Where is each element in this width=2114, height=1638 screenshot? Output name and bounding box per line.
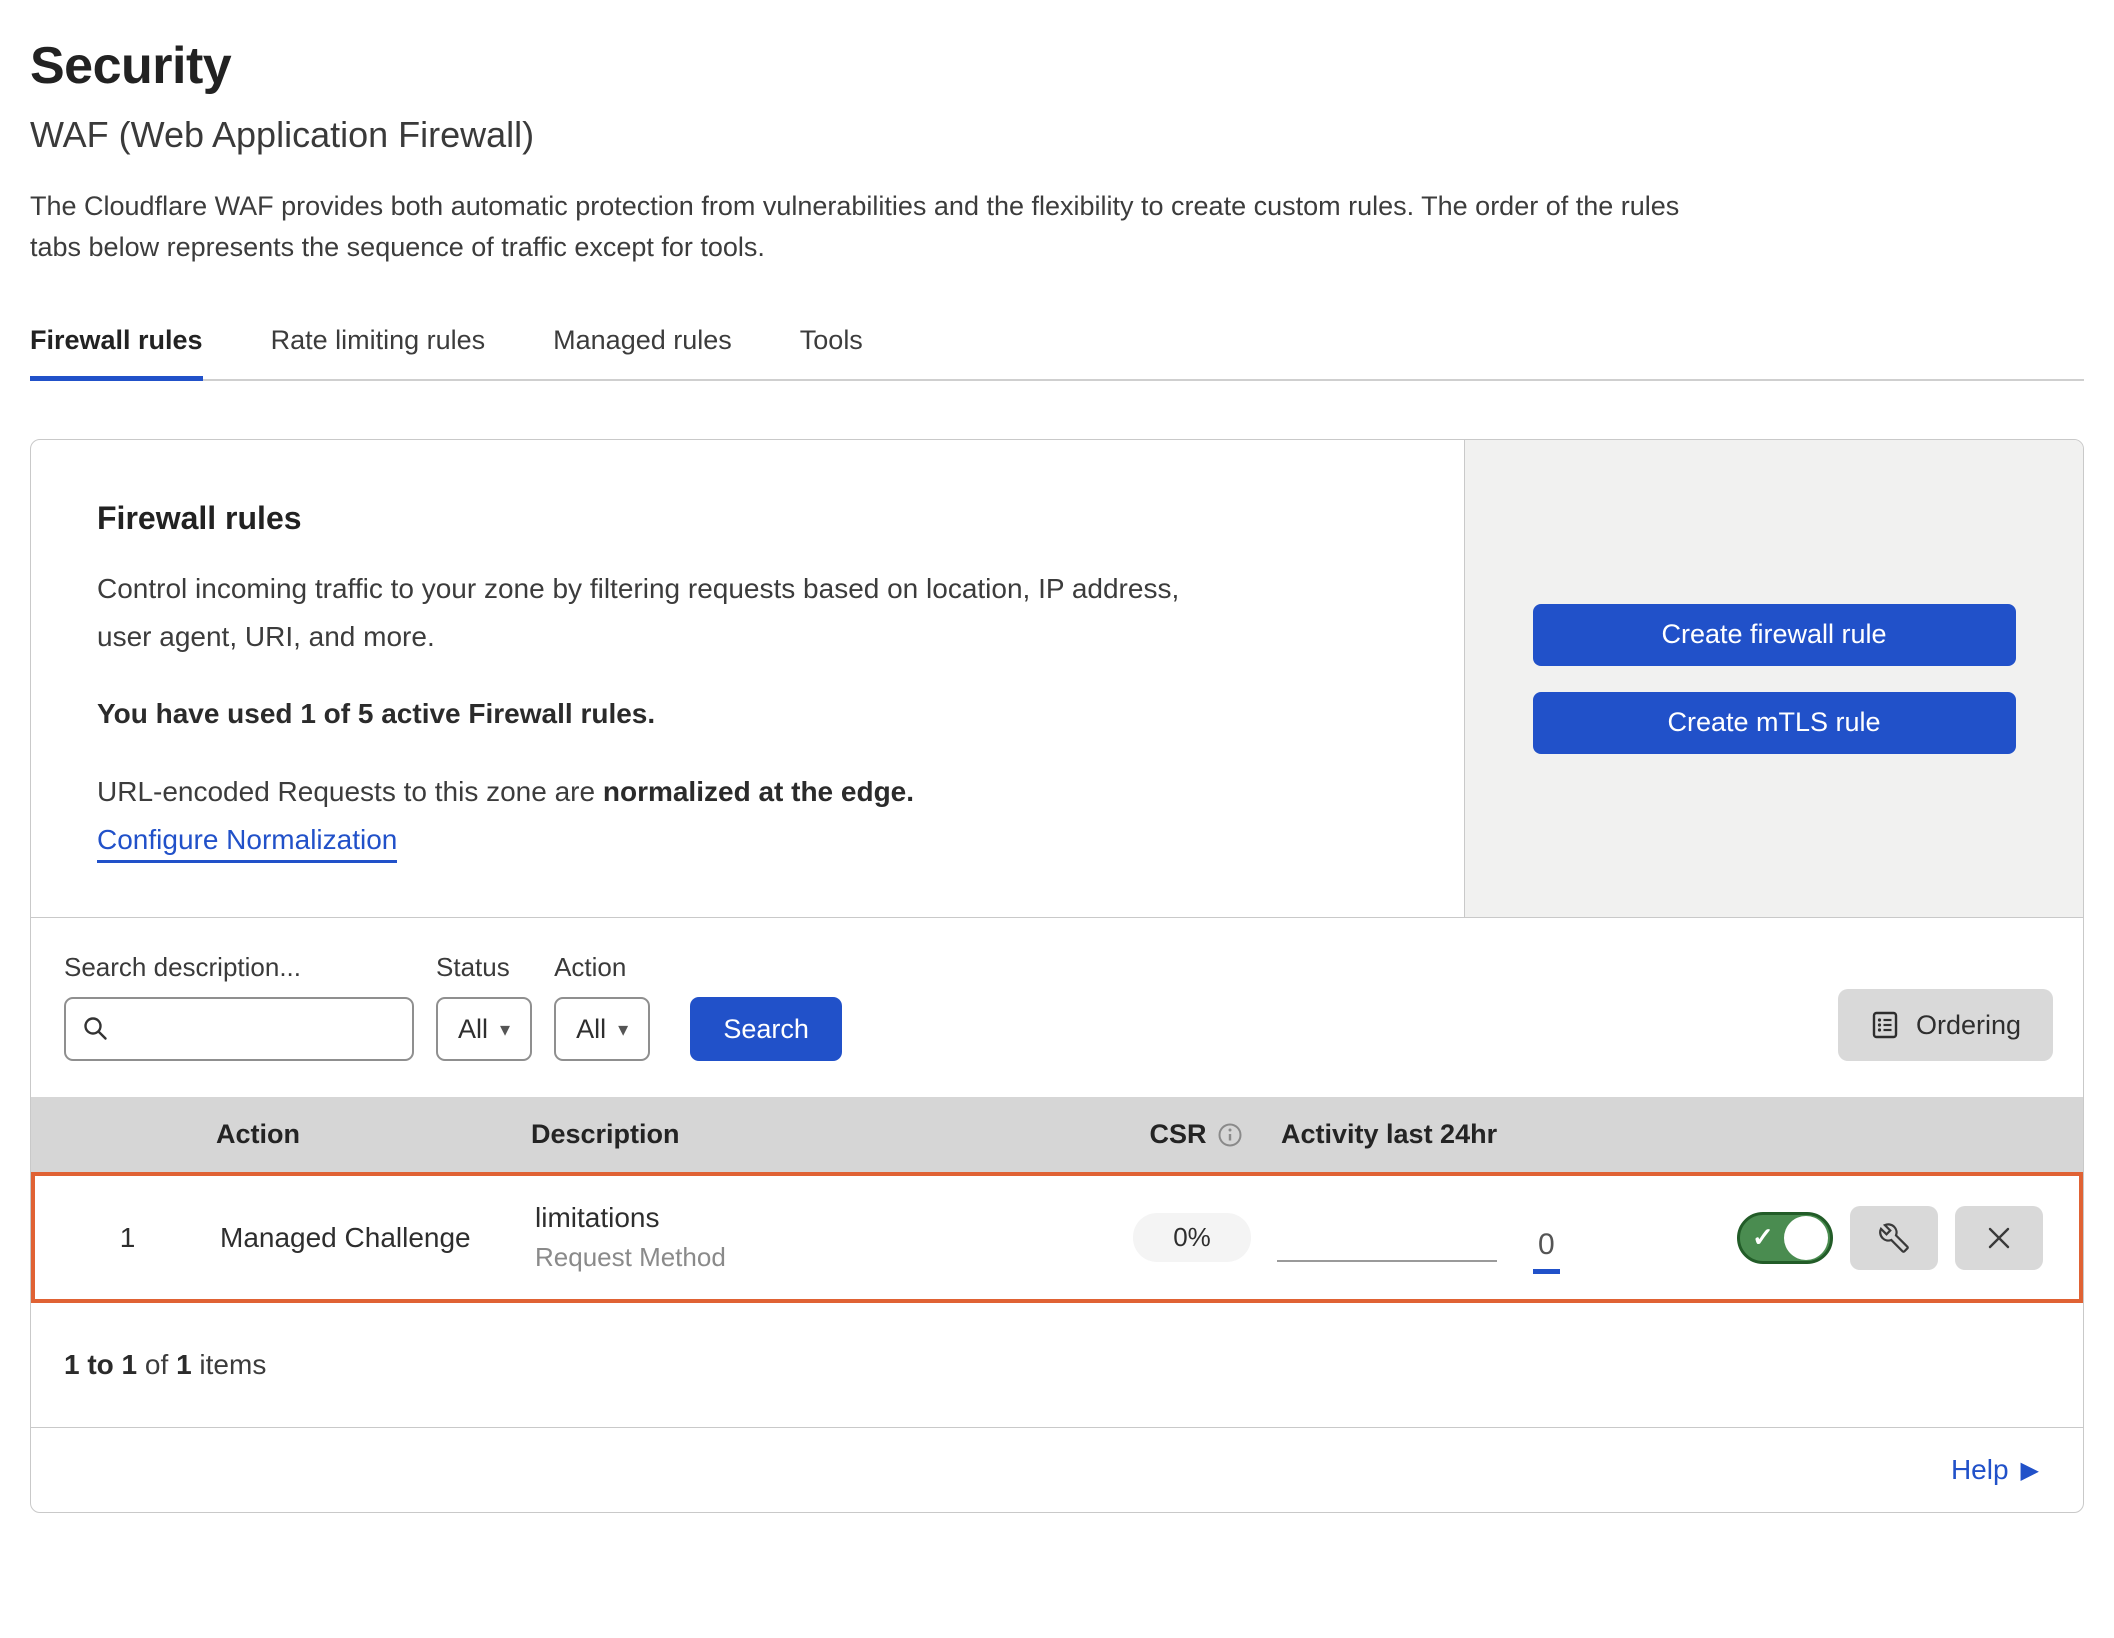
rule-description-sub: Request Method — [535, 1242, 1107, 1273]
rule-description: limitations — [535, 1202, 1107, 1234]
normalization-text: URL-encoded Requests to this zone are no… — [97, 776, 1398, 808]
configure-normalization-link[interactable]: Configure Normalization — [97, 824, 397, 863]
section-title: Firewall rules — [97, 500, 1398, 537]
action-group: Action All ▾ — [554, 952, 650, 1061]
search-icon — [82, 1015, 110, 1043]
normalization-bold: normalized at the edge. — [603, 776, 914, 807]
section-description-line2: user agent, URI, and more. — [97, 621, 435, 652]
action-label: Action — [554, 952, 650, 983]
rule-enabled-toggle[interactable]: ✓ — [1737, 1212, 1833, 1264]
delete-rule-button[interactable] — [1955, 1206, 2043, 1270]
security-waf-page: Security WAF (Web Application Firewall) … — [0, 0, 2114, 1513]
arrow-right-icon: ▶ — [2021, 1456, 2039, 1485]
items-count: 1 to 1 of 1 items — [31, 1303, 2083, 1428]
info-icon[interactable] — [1217, 1122, 1243, 1148]
status-dropdown[interactable]: All ▾ — [436, 997, 532, 1061]
page-title: Security — [30, 36, 2084, 96]
ordering-button[interactable]: Ordering — [1838, 989, 2053, 1061]
tab-managed-rules[interactable]: Managed rules — [553, 307, 732, 381]
close-icon — [1984, 1223, 2014, 1253]
help-link-label: Help — [1951, 1454, 2009, 1486]
rule-order: 1 — [35, 1222, 220, 1254]
search-group: Search description... — [64, 952, 414, 1061]
list-icon — [1870, 1010, 1900, 1040]
page-subtitle: WAF (Web Application Firewall) — [30, 114, 2084, 156]
rule-controls: ✓ — [1627, 1206, 2079, 1270]
create-mtls-rule-button[interactable]: Create mTLS rule — [1533, 692, 2016, 754]
rule-action: Managed Challenge — [220, 1222, 535, 1254]
edit-rule-button[interactable] — [1850, 1206, 1938, 1270]
csr-header-label: CSR — [1149, 1119, 1206, 1150]
firewall-rules-card: Firewall rules Control incoming traffic … — [30, 439, 2084, 1513]
status-group: Status All ▾ — [436, 952, 532, 1061]
csr-badge: 0% — [1133, 1213, 1251, 1262]
table-header-action: Action — [216, 1119, 531, 1150]
tab-rate-limiting-rules[interactable]: Rate limiting rules — [271, 307, 486, 381]
overview-text-column: Firewall rules Control incoming traffic … — [31, 440, 1464, 917]
normalization-prefix: URL-encoded Requests to this zone are — [97, 776, 603, 807]
table-header-csr: CSR — [1111, 1119, 1281, 1150]
items-total: 1 — [176, 1349, 192, 1380]
rule-csr-cell: 0% — [1107, 1213, 1277, 1262]
page-description: The Cloudflare WAF provides both automat… — [30, 186, 2084, 267]
rule-activity-cell: 0 — [1277, 1202, 1627, 1274]
check-icon: ✓ — [1752, 1222, 1774, 1253]
table-header-activity: Activity last 24hr — [1281, 1119, 1631, 1150]
search-input-wrapper — [64, 997, 414, 1061]
items-word: items — [192, 1349, 267, 1380]
tab-tools[interactable]: Tools — [800, 307, 863, 381]
search-input[interactable] — [64, 997, 414, 1061]
wrench-icon — [1879, 1223, 1909, 1253]
create-rule-panel: Create firewall rule Create mTLS rule — [1464, 440, 2083, 917]
search-label: Search description... — [64, 952, 414, 983]
activity-sparkline — [1277, 1260, 1497, 1262]
ordering-button-label: Ordering — [1916, 1010, 2021, 1041]
items-of: of — [137, 1349, 176, 1380]
items-range: 1 to 1 — [64, 1349, 137, 1380]
table-header-description: Description — [531, 1119, 1111, 1150]
tab-bar: Firewall rules Rate limiting rules Manag… — [30, 307, 2084, 381]
status-label: Status — [436, 952, 532, 983]
search-button[interactable]: Search — [690, 997, 842, 1061]
activity-count-link[interactable]: 0 — [1533, 1228, 1560, 1274]
table-header: Action Description CSR Activity last 24h… — [31, 1097, 2083, 1172]
action-dropdown-value: All — [576, 1014, 606, 1045]
table-row[interactable]: 1 Managed Challenge limitations Request … — [31, 1172, 2083, 1303]
rule-description-cell: limitations Request Method — [535, 1202, 1107, 1273]
page-description-line1: The Cloudflare WAF provides both automat… — [30, 191, 1679, 221]
section-description: Control incoming traffic to your zone by… — [97, 565, 1398, 660]
tab-firewall-rules[interactable]: Firewall rules — [30, 307, 203, 381]
overview-section: Firewall rules Control incoming traffic … — [31, 440, 2083, 918]
page-description-line2: tabs below represents the sequence of tr… — [30, 232, 765, 262]
action-dropdown[interactable]: All ▾ — [554, 997, 650, 1061]
usage-text: You have used 1 of 5 active Firewall rul… — [97, 698, 1398, 730]
filter-bar: Search description... Status All ▾ Actio… — [31, 918, 2083, 1097]
chevron-down-icon: ▾ — [500, 1017, 510, 1042]
help-link[interactable]: Help ▶ — [1951, 1454, 2039, 1486]
status-dropdown-value: All — [458, 1014, 488, 1045]
help-bar: Help ▶ — [31, 1428, 2083, 1512]
create-firewall-rule-button[interactable]: Create firewall rule — [1533, 604, 2016, 666]
chevron-down-icon: ▾ — [618, 1017, 628, 1042]
section-description-line1: Control incoming traffic to your zone by… — [97, 573, 1179, 604]
toggle-knob — [1784, 1216, 1828, 1260]
